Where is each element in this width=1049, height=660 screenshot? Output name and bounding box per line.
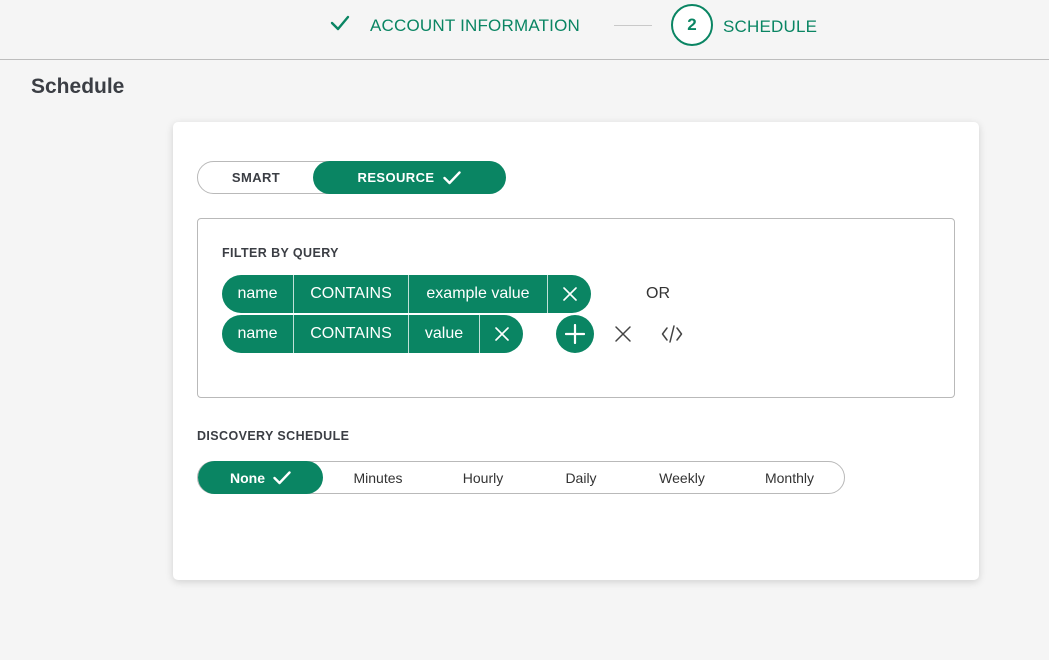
mode-toggle: SMART RESOURCE — [197, 161, 506, 194]
schedule-option-weekly[interactable]: Weekly — [629, 462, 735, 493]
condition-value[interactable]: example value — [408, 275, 547, 313]
plus-icon — [565, 324, 585, 344]
or-label: OR — [646, 285, 670, 302]
close-icon — [494, 327, 509, 341]
toggle-smart[interactable]: SMART — [198, 162, 314, 193]
page-title: Schedule — [31, 75, 125, 98]
discovery-schedule-selector: None Minutes Hourly Daily Weekly Monthly — [197, 461, 845, 494]
condition-operator[interactable]: CONTAINS — [293, 275, 408, 313]
toggle-smart-label: SMART — [231, 170, 281, 185]
condition-field-label: name — [237, 285, 278, 302]
step-account-information[interactable]: ACCOUNT INFORMATION — [370, 16, 580, 36]
condition-field-label: name — [237, 325, 278, 342]
query-row-2: name CONTAINS value — [222, 315, 683, 353]
schedule-option-hourly[interactable]: Hourly — [433, 462, 533, 493]
condition-operator-label: CONTAINS — [310, 285, 392, 302]
condition-clear-button[interactable] — [547, 275, 591, 313]
add-condition-button[interactable] — [556, 315, 594, 353]
condition-value-label: value — [424, 325, 464, 342]
check-icon — [443, 170, 462, 185]
step2-number-badge: 2 — [671, 4, 713, 46]
schedule-option-none[interactable]: None — [198, 461, 323, 494]
schedule-option-label: Minutes — [353, 469, 403, 486]
condition-operator-label: CONTAINS — [310, 325, 392, 342]
schedule-option-label: Weekly — [659, 469, 705, 486]
condition-field[interactable]: name — [222, 275, 293, 313]
schedule-option-daily[interactable]: Daily — [533, 462, 629, 493]
condition-value[interactable]: value — [408, 315, 479, 353]
code-view-button[interactable] — [660, 323, 684, 345]
schedule-option-minutes[interactable]: Minutes — [323, 462, 433, 493]
remove-condition-button[interactable] — [612, 323, 634, 345]
step-schedule: SCHEDULE — [723, 17, 818, 36]
schedule-option-label: Daily — [565, 469, 597, 486]
query-row-1: name CONTAINS example value OR — [222, 275, 670, 313]
condition-field[interactable]: name — [222, 315, 293, 353]
toggle-resource-label: RESOURCE — [357, 170, 435, 185]
discovery-schedule-heading: DISCOVERY SCHEDULE — [197, 429, 350, 443]
schedule-option-label: Monthly — [764, 469, 815, 486]
step-connector — [614, 25, 652, 26]
filter-query-box: FILTER BY QUERY name CONTAINS example va… — [197, 218, 955, 398]
toggle-resource[interactable]: RESOURCE — [313, 161, 506, 194]
close-icon — [562, 287, 577, 301]
condition-value-label: example value — [426, 285, 530, 302]
query-condition-2: name CONTAINS value — [222, 315, 523, 353]
schedule-card: SMART RESOURCE FILTER BY QUERY name CONT… — [173, 122, 979, 580]
schedule-option-label: None — [230, 469, 265, 486]
code-icon — [661, 324, 683, 344]
query-condition-1: name CONTAINS example value — [222, 275, 591, 313]
step1-check-icon — [330, 14, 350, 32]
check-icon — [273, 470, 291, 485]
filter-heading: FILTER BY QUERY — [222, 246, 339, 260]
close-icon — [614, 325, 632, 343]
condition-clear-button[interactable] — [479, 315, 523, 353]
schedule-option-monthly[interactable]: Monthly — [735, 462, 844, 493]
schedule-option-label: Hourly — [462, 469, 504, 486]
stepper: ACCOUNT INFORMATION 2 SCHEDULE — [0, 0, 1049, 60]
condition-operator[interactable]: CONTAINS — [293, 315, 408, 353]
